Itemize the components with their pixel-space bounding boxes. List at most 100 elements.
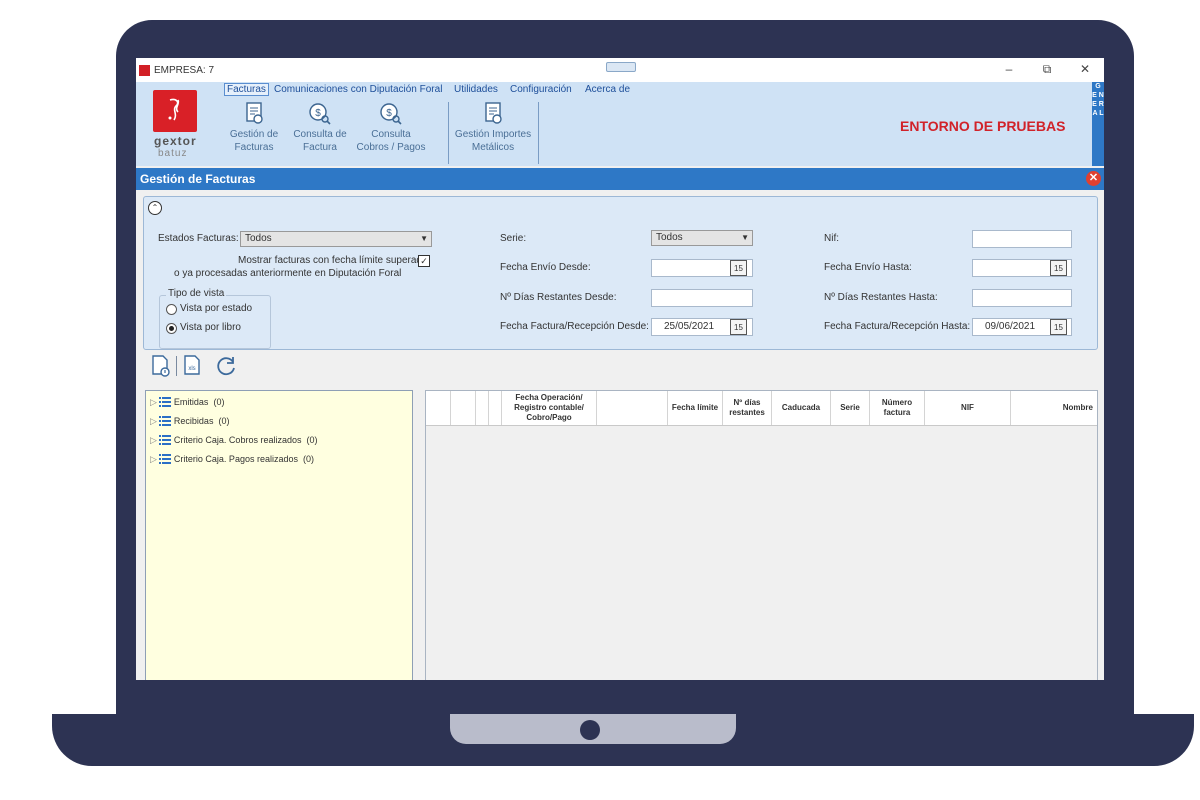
menu-acerca-de[interactable]: Acerca de <box>585 84 630 95</box>
toolbar-separator <box>176 356 177 376</box>
svg-text:$: $ <box>315 108 321 119</box>
grid-column-fecha-operacion[interactable]: Fecha Operación/ Registro contable/ Cobr… <box>502 391 597 425</box>
dias-restantes-desde-input[interactable] <box>651 289 753 307</box>
restore-button[interactable]: ⧉ <box>1038 62 1056 77</box>
expand-arrow-icon[interactable]: ▷ <box>150 454 157 464</box>
gestion-importes-label-1: Gestión Importes <box>454 129 532 140</box>
fecha-factura-hasta-value: 09/06/2021 <box>985 321 1036 332</box>
serie-label: Serie: <box>500 233 527 244</box>
dias-restantes-hasta-label: Nº Días Restantes Hasta: <box>824 292 938 303</box>
fecha-factura-hasta-label: Fecha Factura/Recepción Hasta: <box>824 321 971 332</box>
grid-column-caducada[interactable]: Caducada <box>772 391 831 425</box>
consulta-cobros-pagos-button[interactable]: $ Consulta Cobros / Pagos <box>354 102 428 154</box>
invoice-icon <box>246 102 263 124</box>
chevron-down-icon: ▼ <box>741 233 749 242</box>
grid-column-dias-restantes[interactable]: Nº días restantes <box>723 391 772 425</box>
grid-column-serie[interactable]: Serie <box>831 391 870 425</box>
expand-arrow-icon[interactable]: ▷ <box>150 435 157 445</box>
consulta-cobros-label-2: Cobros / Pagos <box>356 142 426 153</box>
grid-column-numero-factura[interactable]: Número factura <box>870 391 925 425</box>
tree-item-cobros[interactable]: ▷ Criterio Caja. Cobros realizados (0) <box>150 435 318 446</box>
excel-export-icon[interactable]: xls <box>182 354 204 378</box>
fecha-factura-desde-label: Fecha Factura/Recepción Desde: <box>500 321 649 332</box>
tree-item-label: Emitidas <box>173 397 209 407</box>
grid-column-icon-2[interactable] <box>476 391 489 425</box>
tree-item-count: (0) <box>213 397 225 407</box>
mostrar-facturas-label-1: Mostrar facturas con fecha límite supera… <box>238 255 428 266</box>
tipo-vista-label: Tipo de vista <box>166 288 227 299</box>
general-side-tab[interactable]: G E N E R A L <box>1092 82 1104 166</box>
grid-column-nif[interactable]: NIF <box>925 391 1011 425</box>
invoice-icon <box>485 102 502 124</box>
tree-item-count: (0) <box>303 454 314 464</box>
consulta-factura-label-2: Factura <box>303 142 337 153</box>
grid-column-select[interactable] <box>426 391 451 425</box>
mostrar-facturas-checkbox[interactable]: ✓ <box>418 255 430 267</box>
calendar-icon[interactable]: 15 <box>1050 319 1067 335</box>
menu-comunicaciones[interactable]: Comunicaciones con Diputación Foral <box>274 84 442 95</box>
tree-item-label: Criterio Caja. Cobros realizados <box>173 435 302 445</box>
chevron-down-icon: ▼ <box>420 234 428 243</box>
dias-restantes-hasta-input[interactable] <box>972 289 1072 307</box>
vista-libro-radio[interactable] <box>166 323 177 334</box>
serie-select[interactable]: Todos ▼ <box>651 230 753 246</box>
consulta-factura-label-1: Consulta de <box>293 129 347 140</box>
filter-panel: ⌃ Estados Facturas: Todos ▼ Mostrar fact… <box>143 196 1098 350</box>
grid-column-nombre[interactable]: Nombre <box>1011 391 1097 425</box>
tree-item-label: Recibidas <box>173 416 214 426</box>
tree-item-emitidas[interactable]: ▷ Emitidas (0) <box>150 397 224 408</box>
tree-item-recibidas[interactable]: ▷ Recibidas (0) <box>150 416 229 427</box>
gestion-facturas-button[interactable]: Gestión de Facturas <box>222 102 286 154</box>
minimize-button[interactable]: – <box>1000 62 1018 76</box>
tree-item-pagos[interactable]: ▷ Criterio Caja. Pagos realizados (0) <box>150 454 314 465</box>
fecha-envio-desde-label: Fecha Envío Desde: <box>500 262 591 273</box>
tree-item-count: (0) <box>306 435 318 445</box>
gestion-importes-button[interactable]: Gestión Importes Metálicos <box>450 102 536 154</box>
grid-column-icon-3[interactable] <box>489 391 502 425</box>
grid-column-spacer[interactable] <box>597 391 668 425</box>
estados-facturas-value: Todos <box>245 233 272 244</box>
calendar-icon[interactable]: 15 <box>730 260 747 276</box>
calendar-icon[interactable]: 15 <box>730 319 747 335</box>
close-window-button[interactable]: ✕ <box>1076 62 1094 76</box>
ribbon-separator <box>448 102 449 164</box>
collapse-filters-icon[interactable]: ⌃ <box>148 201 162 215</box>
vista-estado-label[interactable]: Vista por estado <box>180 303 252 314</box>
consulta-factura-button[interactable]: $ Consulta de Factura <box>288 102 352 154</box>
logo-mark-icon <box>168 98 180 121</box>
tree-item-count: (0) <box>218 416 230 426</box>
grid-header: Fecha Operación/ Registro contable/ Cobr… <box>426 391 1097 426</box>
ribbon-toggle-grip[interactable] <box>606 62 636 72</box>
dias-restantes-desde-label: Nº Días Restantes Desde: <box>500 292 617 303</box>
environment-label: ENTORNO DE PRUEBAS <box>900 118 1066 134</box>
ribbon-separator <box>538 102 539 164</box>
gestion-facturas-label-1: Gestión de <box>229 129 279 140</box>
invoice-grid: Fecha Operación/ Registro contable/ Cobr… <box>425 390 1098 680</box>
nif-label: Nif: <box>824 233 839 244</box>
vista-estado-radio[interactable] <box>166 304 177 315</box>
app-icon <box>139 65 150 76</box>
estados-facturas-select[interactable]: Todos ▼ <box>240 231 432 247</box>
close-section-icon[interactable]: ✕ <box>1086 171 1101 186</box>
refresh-icon[interactable] <box>214 354 238 378</box>
expand-arrow-icon[interactable]: ▷ <box>150 397 157 407</box>
expand-arrow-icon[interactable]: ▷ <box>150 416 157 426</box>
laptop-hinge-dot <box>580 720 600 740</box>
menu-facturas[interactable]: Facturas <box>224 83 269 96</box>
fecha-factura-desde-value: 25/05/2021 <box>664 321 715 332</box>
serie-value: Todos <box>656 232 683 243</box>
export-document-icon[interactable] <box>150 354 172 378</box>
window-title: EMPRESA: 7 <box>154 65 215 76</box>
fecha-envio-hasta-label: Fecha Envío Hasta: <box>824 262 912 273</box>
nif-input[interactable] <box>972 230 1072 248</box>
grid-column-icon-1[interactable] <box>451 391 476 425</box>
calendar-icon[interactable]: 15 <box>1050 260 1067 276</box>
list-icon <box>158 416 171 427</box>
menu-configuracion[interactable]: Configuración <box>510 84 572 95</box>
tree-panel: ▷ Emitidas (0) ▷ Recibidas (0) ▷ Criterio C… <box>145 390 413 680</box>
list-icon <box>158 397 171 408</box>
gestion-facturas-label-2: Facturas <box>234 142 274 153</box>
vista-libro-label[interactable]: Vista por libro <box>180 322 241 333</box>
menu-utilidades[interactable]: Utilidades <box>454 84 498 95</box>
grid-column-fecha-limite[interactable]: Fecha límite <box>668 391 723 425</box>
